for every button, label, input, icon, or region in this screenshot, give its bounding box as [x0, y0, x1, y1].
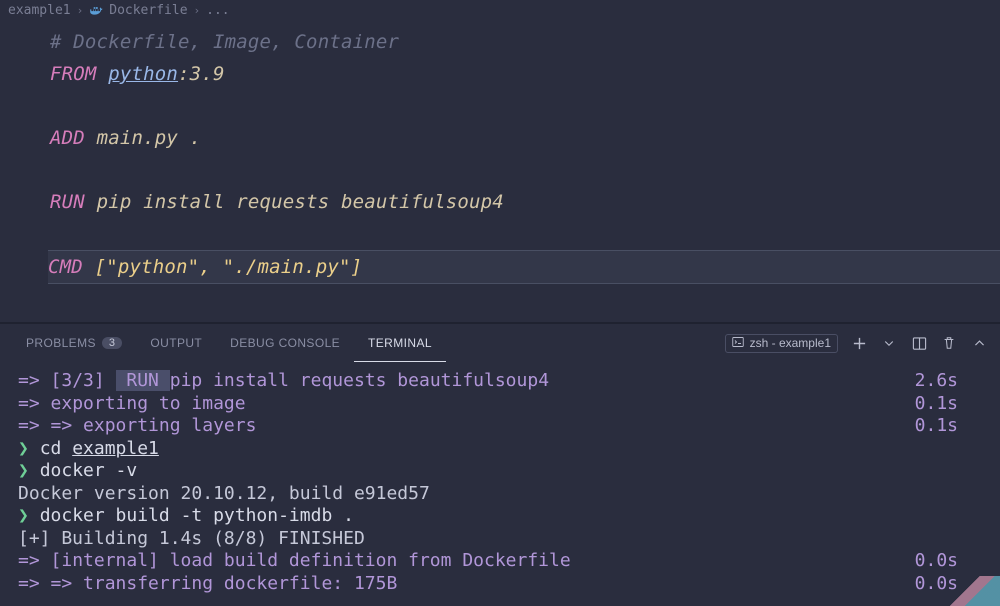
- terminal-line: => [3/3] RUN pip install requests beauti…: [18, 370, 982, 393]
- code-line[interactable]: [50, 90, 1000, 122]
- split-terminal-button[interactable]: [910, 334, 928, 352]
- terminal-line: ❯ docker -v: [18, 460, 982, 483]
- tab-problems[interactable]: PROBLEMS 3: [12, 324, 136, 362]
- code-line[interactable]: ADD main.py .: [50, 122, 1000, 154]
- terminal-line: => [internal] load build definition from…: [18, 550, 982, 573]
- code-line[interactable]: # Dockerfile, Image, Container: [50, 26, 1000, 58]
- code-line[interactable]: [50, 218, 1000, 250]
- chevron-up-icon[interactable]: [970, 334, 988, 352]
- terminal-line: => => transferring dockerfile: 175B0.0s: [18, 573, 982, 596]
- code-line[interactable]: CMD ["python", "./main.py"]: [48, 250, 1000, 284]
- tab-problems-label: PROBLEMS: [26, 336, 96, 350]
- terminal-line: => exporting to image0.1s: [18, 393, 982, 416]
- chevron-down-icon[interactable]: [880, 334, 898, 352]
- terminal-line: [+] Building 1.4s (8/8) FINISHED: [18, 528, 982, 551]
- code-line[interactable]: [50, 154, 1000, 186]
- terminal-shell-icon: [732, 336, 744, 351]
- code-line[interactable]: RUN pip install requests beautifulsoup4: [50, 186, 1000, 218]
- tab-debug-console[interactable]: DEBUG CONSOLE: [216, 324, 354, 362]
- chevron-right-icon: ›: [194, 4, 201, 17]
- breadcrumb-folder[interactable]: example1: [8, 3, 71, 18]
- tab-terminal[interactable]: TERMINAL: [354, 324, 446, 362]
- trash-icon[interactable]: [940, 334, 958, 352]
- terminal-line: ❯ cd example1: [18, 438, 982, 461]
- panel-tabs: PROBLEMS 3 OUTPUT DEBUG CONSOLE TERMINAL…: [0, 324, 1000, 362]
- problems-badge: 3: [102, 337, 123, 349]
- breadcrumb: example1 › Dockerfile › ...: [0, 0, 1000, 20]
- terminal-line: ❯ docker build -t python-imdb .: [18, 505, 982, 528]
- panel-actions: zsh - example1: [725, 334, 988, 353]
- code-line[interactable]: FROM python:3.9: [50, 58, 1000, 90]
- breadcrumb-trail: ...: [206, 3, 229, 18]
- shell-label: zsh - example1: [750, 336, 831, 350]
- docker-icon: [89, 3, 103, 17]
- tab-output[interactable]: OUTPUT: [136, 324, 216, 362]
- new-terminal-button[interactable]: [850, 334, 868, 352]
- terminal-line: => => exporting layers0.1s: [18, 415, 982, 438]
- breadcrumb-file[interactable]: Dockerfile: [109, 3, 187, 18]
- shell-indicator[interactable]: zsh - example1: [725, 334, 838, 353]
- code-editor[interactable]: # Dockerfile, Image, ContainerFROM pytho…: [0, 20, 1000, 284]
- chevron-right-icon: ›: [77, 4, 84, 17]
- terminal-output[interactable]: => [3/3] RUN pip install requests beauti…: [0, 362, 1000, 595]
- terminal-line: Docker version 20.10.12, build e91ed57: [18, 483, 982, 506]
